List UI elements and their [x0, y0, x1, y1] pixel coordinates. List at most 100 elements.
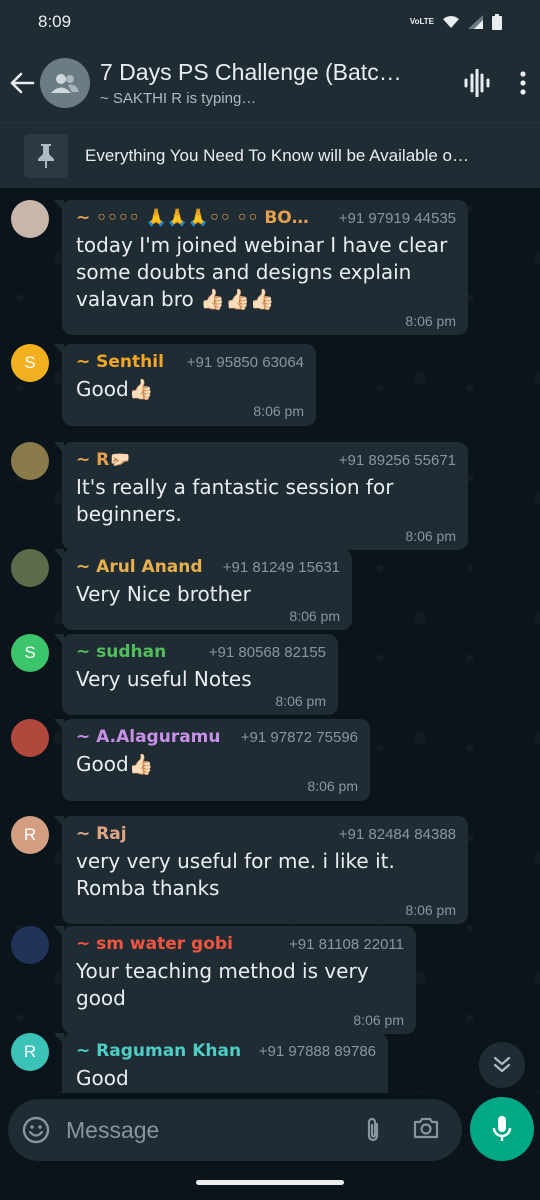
message-bubble[interactable]: ~ R🤛🏻 +91 89256 55671 It's really a fantas… [54, 442, 468, 550]
message-row: ~ R🤛🏻 +91 89256 55671 It's really a fantas… [0, 442, 540, 550]
sender-avatar[interactable]: R [11, 816, 49, 854]
message-bubble[interactable]: ~ Arul Anand +91 81249 15631 Very Nice bro… [54, 549, 352, 630]
sender-name[interactable]: ~ Arul Anand [76, 557, 203, 577]
signal-icon [468, 15, 483, 29]
message-row: ~ sm water gobi +91 81108 22011 Your teach… [0, 926, 540, 1034]
scroll-to-bottom-button[interactable] [479, 1042, 525, 1088]
attach-icon[interactable] [364, 1116, 382, 1144]
message-row: R ~ Raguman Khan +91 97888 89786 Good 8:06 p… [0, 1033, 540, 1093]
chat-header-info[interactable]: 7 Days PS Challenge (Batc… ~ SAKTHI R is… [100, 59, 420, 107]
sender-avatar[interactable] [11, 442, 49, 480]
chat-header: 7 Days PS Challenge (Batc… ~ SAKTHI R is… [0, 44, 540, 122]
sender-phone: +91 95850 63064 [186, 354, 304, 371]
sender-name[interactable]: ~ Raguman Khan [76, 1041, 241, 1061]
more-icon[interactable] [520, 71, 526, 95]
message-time: 8:06 pm [76, 1092, 376, 1093]
message-time: 8:06 pm [289, 608, 340, 624]
status-time: 8:09 [38, 12, 72, 31]
message-time: 8:06 pm [275, 693, 326, 709]
sender-avatar[interactable] [11, 200, 49, 238]
pinned-message-bar[interactable]: Everything You Need To Know will be Avai… [0, 122, 540, 188]
status-icons: VoLTE [410, 14, 502, 30]
back-arrow-icon [10, 72, 35, 94]
message-bubble[interactable]: ~ sudhan +91 80568 82155 Very useful Notes… [54, 634, 338, 715]
message-text: Very Nice brother [76, 582, 251, 606]
message-bubble[interactable]: ~ Raj +91 82484 84388 very very useful for… [54, 816, 468, 924]
pin-icon [38, 143, 54, 168]
message-time: 8:06 pm [405, 528, 456, 544]
mic-icon [492, 1116, 512, 1141]
voice-chat-icon[interactable] [464, 69, 490, 97]
message-text: Your teaching method is very good [76, 959, 369, 1010]
sender-phone: +91 97872 75596 [240, 729, 358, 746]
pin-box [24, 133, 68, 178]
camera-icon[interactable] [412, 1116, 440, 1140]
sender-phone: +91 81249 15631 [222, 559, 340, 576]
emoji-icon[interactable] [22, 1116, 50, 1144]
message-time: 8:06 pm [253, 403, 304, 419]
message-text: Good👍🏻 [76, 377, 154, 401]
message-time: 8:06 pm [405, 902, 456, 918]
message-row: ~ Arul Anand +91 81249 15631 Very Nice bro… [0, 549, 540, 630]
group-icon [51, 74, 79, 93]
sender-row: ~ sm water gobi +91 81108 22011 [76, 934, 404, 954]
message-composer [8, 1099, 462, 1161]
message-text: Very useful Notes [76, 667, 252, 691]
sender-avatar[interactable]: R [11, 1033, 49, 1071]
sender-phone: +91 81108 22011 [289, 936, 404, 953]
sender-row: ~ Raguman Khan +91 97888 89786 [76, 1041, 376, 1061]
sender-row: ~ ◦◦◦◦ 🙏🙏🙏◦◦ ◦◦ BO… +91 97919 44535 [76, 208, 456, 228]
sender-name[interactable]: ~ A.Alaguramu [76, 727, 221, 747]
message-text: Good [76, 1066, 129, 1090]
sender-avatar[interactable]: S [11, 634, 49, 672]
sender-name[interactable]: ~ sm water gobi [76, 934, 233, 954]
message-text: today I'm joined webinar I have clear so… [76, 233, 448, 311]
sender-name[interactable]: ~ R🤛🏻 [76, 450, 130, 470]
chat-title: 7 Days PS Challenge (Batc… [100, 59, 402, 85]
gesture-nav-pill[interactable] [196, 1180, 344, 1185]
sender-phone: +91 89256 55671 [338, 452, 456, 469]
sender-avatar[interactable] [11, 926, 49, 964]
message-time: 8:06 pm [307, 778, 358, 794]
message-text: It's really a fantastic session for begi… [76, 475, 394, 526]
wifi-icon [443, 16, 459, 28]
message-bubble[interactable]: ~ sm water gobi +91 81108 22011 Your teach… [54, 926, 416, 1034]
sender-avatar[interactable] [11, 549, 49, 587]
sender-phone: +91 82484 84388 [338, 826, 456, 843]
status-bar: 8:09 VoLTE [0, 0, 540, 44]
chat-messages[interactable]: ~ ◦◦◦◦ 🙏🙏🙏◦◦ ◦◦ BO… +91 97919 44535 today … [0, 188, 540, 1093]
sender-phone: +91 97919 44535 [338, 210, 456, 227]
message-bubble[interactable]: ~ Senthil +91 95850 63064 Good👍🏻 8:06 pm [54, 344, 316, 426]
message-row: ~ ◦◦◦◦ 🙏🙏🙏◦◦ ◦◦ BO… +91 97919 44535 today … [0, 200, 540, 335]
sender-row: ~ sudhan +91 80568 82155 [76, 642, 326, 662]
sender-phone: +91 80568 82155 [208, 644, 326, 661]
chevron-double-down-icon [493, 1056, 511, 1073]
sender-name[interactable]: ~ sudhan [76, 642, 166, 662]
volte-label: VoLTE [409, 17, 434, 26]
sender-avatar[interactable]: S [11, 344, 49, 382]
sender-row: ~ Arul Anand +91 81249 15631 [76, 557, 340, 577]
message-time: 8:06 pm [405, 313, 456, 329]
sender-row: ~ A.Alaguramu +91 97872 75596 [76, 727, 358, 747]
voice-message-button[interactable] [470, 1097, 534, 1161]
message-text: Good👍🏻 [76, 752, 154, 776]
pinned-message-text: Everything You Need To Know will be Avai… [85, 145, 470, 165]
message-row: S ~ sudhan +91 80568 82155 Very useful Note… [0, 634, 540, 715]
sender-row: ~ Senthil +91 95850 63064 [76, 352, 304, 372]
typing-status: ~ SAKTHI R is typing… [100, 90, 257, 107]
group-avatar[interactable] [40, 58, 90, 108]
message-row: R ~ Raj +91 82484 84388 very very useful fo… [0, 816, 540, 924]
battery-icon [492, 14, 502, 30]
sender-name[interactable]: ~ ◦◦◦◦ 🙏🙏🙏◦◦ ◦◦ BO… [76, 208, 309, 228]
message-input[interactable] [66, 1116, 336, 1144]
message-bubble[interactable]: ~ A.Alaguramu +91 97872 75596 Good👍🏻 8:06 p… [54, 719, 370, 801]
sender-row: ~ R🤛🏻 +91 89256 55671 [76, 450, 456, 470]
back-button[interactable] [0, 44, 44, 122]
sender-name[interactable]: ~ Raj [76, 824, 127, 844]
message-bubble[interactable]: ~ Raguman Khan +91 97888 89786 Good 8:06 pm [54, 1033, 388, 1093]
sender-avatar[interactable] [11, 719, 49, 757]
sender-row: ~ Raj +91 82484 84388 [76, 824, 456, 844]
sender-name[interactable]: ~ Senthil [76, 352, 164, 372]
message-bubble[interactable]: ~ ◦◦◦◦ 🙏🙏🙏◦◦ ◦◦ BO… +91 97919 44535 today … [54, 200, 468, 335]
message-row: ~ A.Alaguramu +91 97872 75596 Good👍🏻 8:06 p… [0, 719, 540, 805]
